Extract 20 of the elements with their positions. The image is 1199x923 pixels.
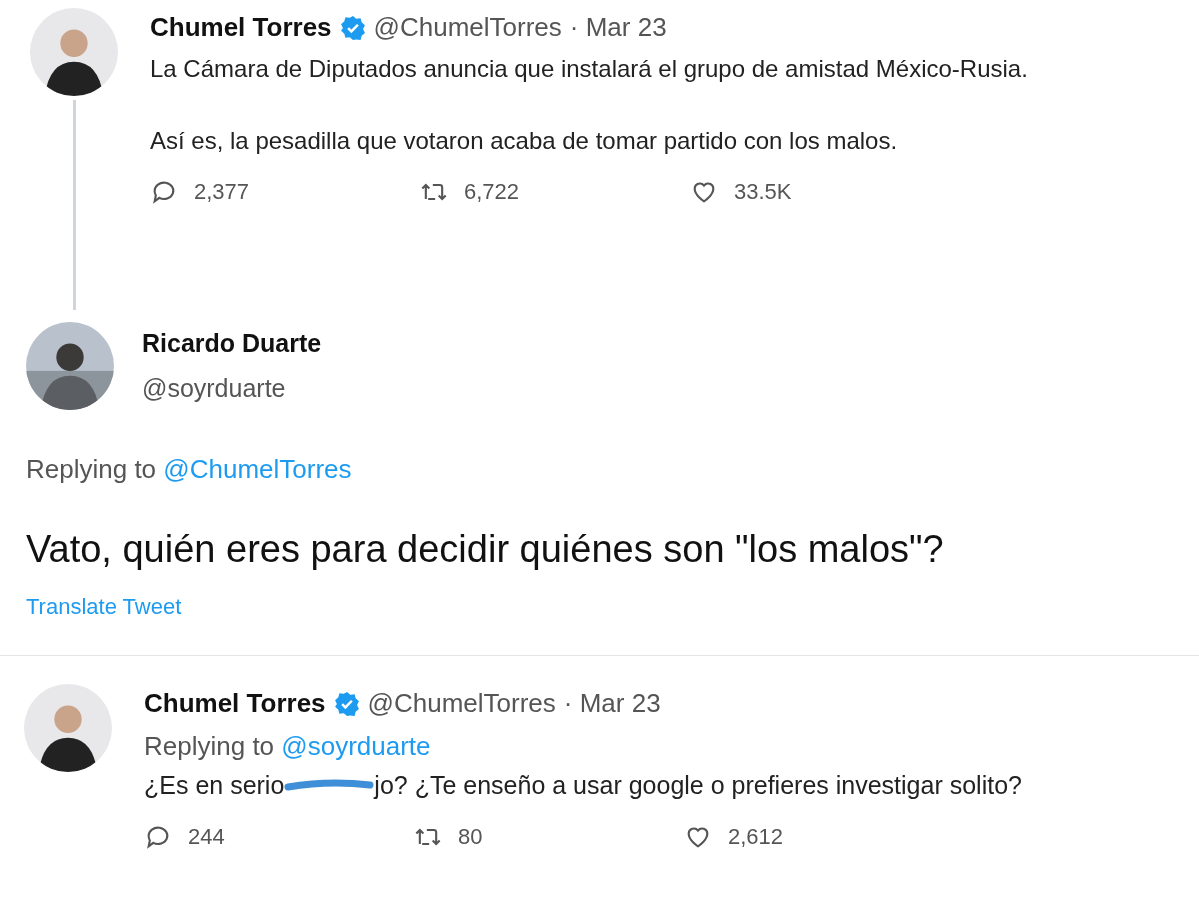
stat-count: 80	[458, 823, 483, 851]
stat-count: 244	[188, 823, 225, 851]
tweet-text: La Cámara de Diputados anuncia que instalará el grupo de amistad México-Rusia.	[150, 54, 1029, 84]
tweet-text: Vato, quién eres para decidir quiénes son "los malos"?	[26, 527, 945, 572]
author-handle: @ChumelTorres	[373, 11, 562, 44]
stat-count: 33.5K	[734, 178, 792, 206]
replying-to-text: Replying to @soyrduarte	[144, 730, 432, 763]
tweet-date: · Mar 23	[563, 687, 661, 720]
stat-count: 2,612	[728, 823, 784, 851]
tweet-text: Así es, la pesadilla que votaron acaba de tomar partido con los malos.	[150, 126, 899, 156]
stat-count: 6,722	[464, 178, 520, 206]
stat-count: 2,377	[194, 178, 250, 206]
author-handle: @soyrduarte	[142, 373, 287, 404]
author-name[interactable]: Chumel Torres	[144, 684, 326, 723]
replying-to-text: Replying to @ChumelTorres	[26, 453, 353, 486]
author-handle: @ChumelTorres	[367, 687, 556, 720]
author-name[interactable]: Ricardo Duarte	[142, 324, 322, 362]
author-name[interactable]: Chumel Torres	[150, 8, 332, 47]
tweet-date: · Mar 23	[569, 11, 667, 44]
tweet-text: ¿Es en serio jo? ¿Te enseño a usar google o prefieres investigar solito?	[144, 770, 1023, 801]
